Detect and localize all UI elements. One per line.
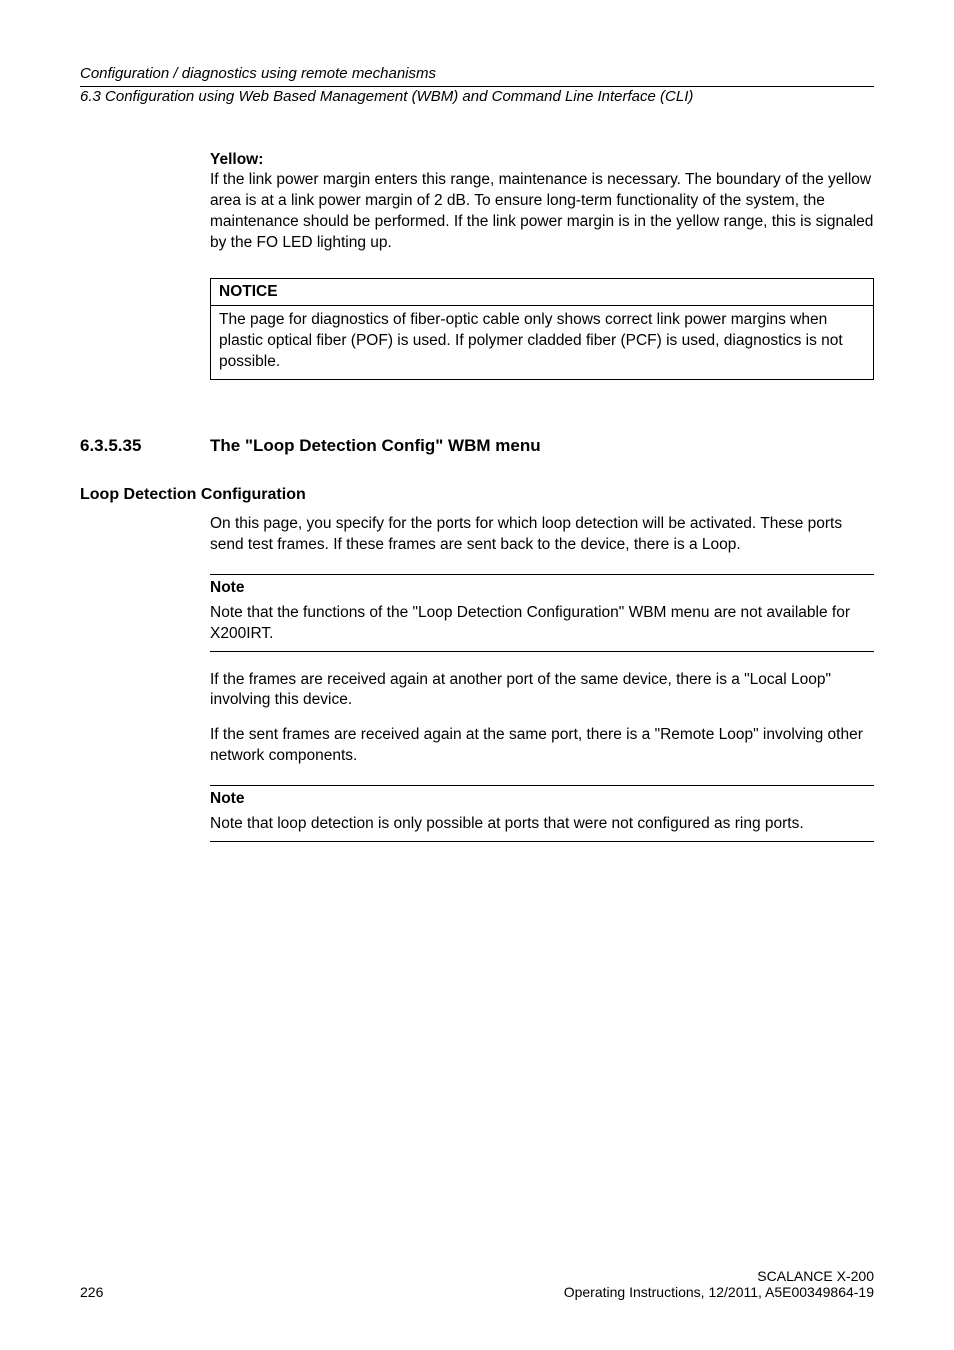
para-remote-loop: If the sent frames are received again at… (210, 725, 874, 767)
loop-intro: On this page, you specify for the ports … (210, 514, 874, 556)
yellow-title: Yellow: (210, 150, 874, 171)
section-heading: 6.3.5.35 The "Loop Detection Config" WBM… (80, 436, 874, 456)
note1-body: Note that the functions of the "Loop Det… (210, 603, 874, 645)
para-local-loop: If the frames are received again at anot… (210, 670, 874, 712)
header-line1: Configuration / diagnostics using remote… (80, 64, 874, 84)
loop-heading: Loop Detection Configuration (80, 486, 874, 504)
yellow-body: If the link power margin enters this ran… (210, 170, 874, 254)
footer-product: SCALANCE X-200 (564, 1268, 874, 1284)
note1-label: Note (210, 579, 874, 597)
notice-body: The page for diagnostics of fiber-optic … (211, 306, 873, 379)
notice-title: NOTICE (211, 279, 873, 306)
note2-rule-bot (210, 841, 874, 842)
page-footer: 226 SCALANCE X-200 Operating Instruction… (80, 1268, 874, 1300)
note2-label: Note (210, 790, 874, 808)
notice-box: NOTICE The page for diagnostics of fiber… (210, 278, 874, 380)
yellow-block: Yellow: If the link power margin enters … (210, 150, 874, 255)
note1-rule-top (210, 574, 874, 575)
footer-page-number: 226 (80, 1284, 103, 1300)
note2-rule-top (210, 785, 874, 786)
note1-rule-bot (210, 651, 874, 652)
section-number: 6.3.5.35 (80, 436, 170, 456)
footer-docinfo: Operating Instructions, 12/2011, A5E0034… (564, 1284, 874, 1300)
header-line2: 6.3 Configuration using Web Based Manage… (80, 87, 874, 107)
note2-body: Note that loop detection is only possibl… (210, 814, 874, 835)
page-header: Configuration / diagnostics using remote… (80, 64, 874, 108)
section-title: The "Loop Detection Config" WBM menu (210, 436, 541, 456)
